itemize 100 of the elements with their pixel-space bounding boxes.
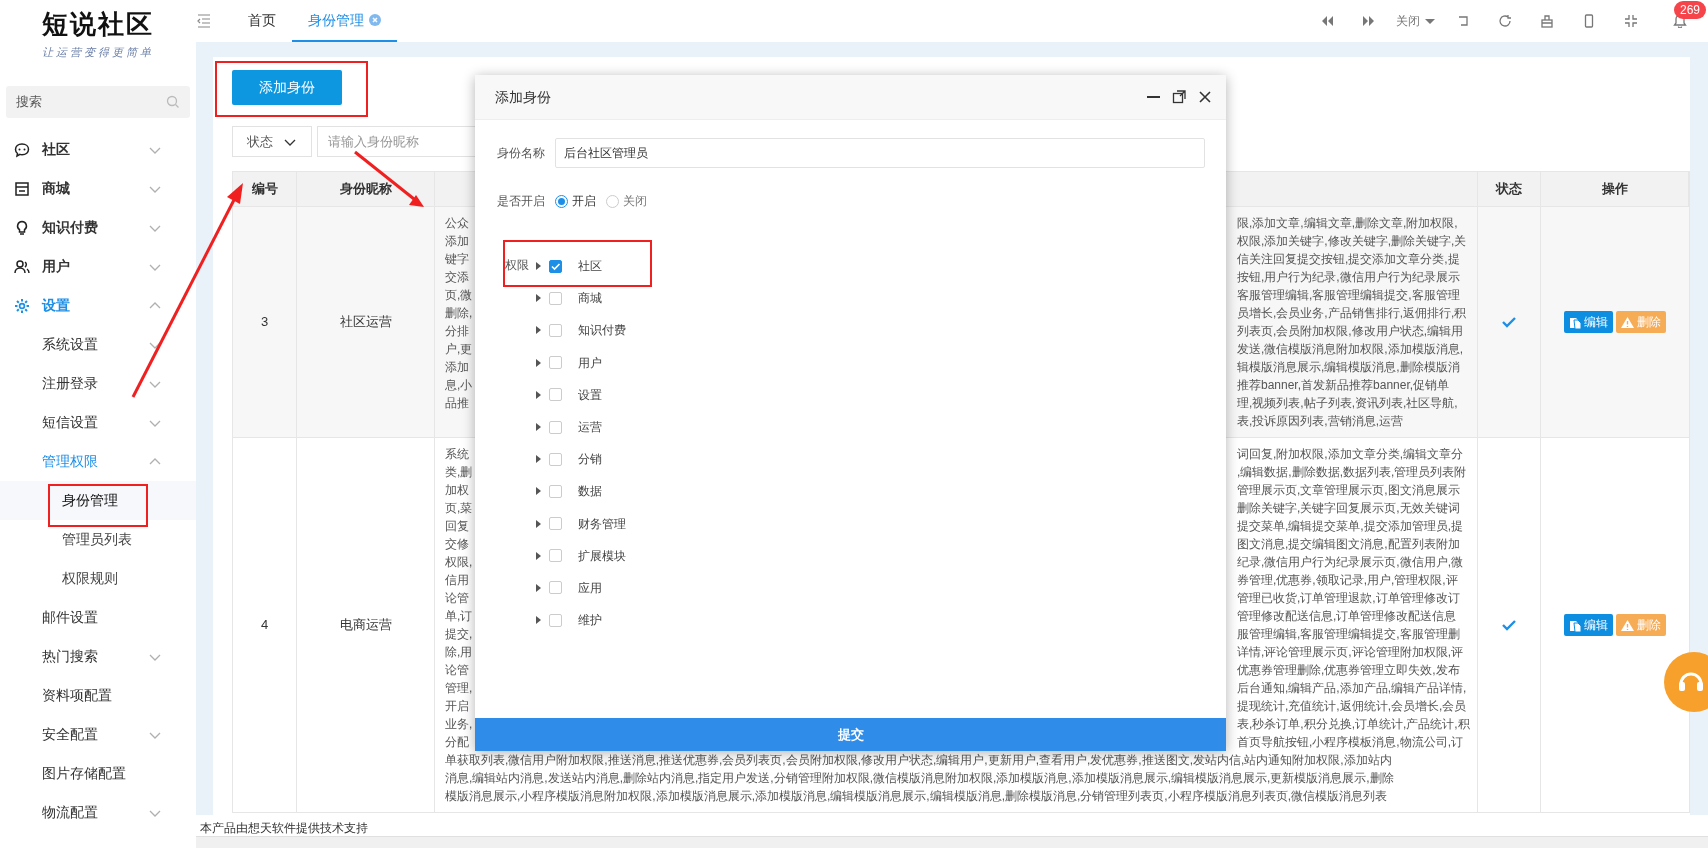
sidebar-item[interactable]: 用户 [0,247,196,286]
table-cell-text: 4 [260,616,269,635]
checkbox[interactable] [549,549,562,563]
table-cell-text: 推荐banner,首发新品推荐banner,促销单 [1237,377,1451,394]
sidebar-item[interactable]: 管理员列表 [0,520,196,559]
search-icon [166,95,180,109]
table-cell-text: 权限,添加关键字,修改关键字,删除关键字,关 [1237,233,1468,250]
table-cell-text: 页,微 [445,287,473,304]
table-cell-text: 管理展示页,文章管理展示页,图文消息展示 [1237,482,1461,499]
sidebar-item[interactable]: 邮件设置 [0,598,196,637]
sidebar-item[interactable]: 安全配置 [0,715,196,754]
column-header: 身份昵称 [339,180,392,199]
sidebar-item[interactable]: 物流配置 [0,793,196,832]
bulb-icon [14,219,30,236]
document-icon [1569,315,1581,329]
table-cell-text: ,编辑数据,删除数据,数据列表,管理员列表附 [1237,464,1468,481]
checkbox[interactable] [549,356,562,370]
tree-item[interactable]: 商城 [578,289,602,308]
check-icon [550,261,561,271]
sidebar-item[interactable]: 社区 [0,130,196,169]
table-cell-text: 品推 [445,395,470,412]
footer-text: 本产品由想天软件提供技术支持 [200,820,368,836]
field-label: 身份名称 [497,145,546,162]
checkbox[interactable] [549,420,562,434]
notification-badge: 269 [1674,1,1707,19]
table-cell-text: 管理, [445,680,473,697]
table-cell-text: 单获取列表,微信用户附加权限,推送消息,推送优惠券,会员列表页,会员附加权限,修改用户状态,编辑用户,更新用户,查看用户,发优惠券,推送图文,发站内信,站内通知附加权限,添加站内 [445,752,1393,769]
table-cell-text: 开启 [445,698,470,715]
table-cell-text: 户,更 [445,341,473,358]
tab[interactable]: 首页 [232,0,292,42]
checkbox[interactable] [549,581,562,595]
table-cell-text: 提交, [445,626,473,643]
radio-option[interactable]: 开启 [555,192,596,210]
tree-item[interactable]: 分销 [578,450,602,469]
search-field[interactable]: 搜索 [6,86,190,118]
checkbox[interactable] [549,452,562,466]
table-cell-text: 券管理,优惠券,领取记录,用户,管理权限,评 [1237,572,1459,589]
sidebar-item[interactable]: 商城 [0,169,196,208]
checkbox[interactable] [549,484,562,498]
table-cell-text: 消息,编辑站内消息,发送站内消息,删除站内消息,指定用户发送,分销管理附加权限,微信模版消息附加权限,添加模版消息,添加模版消息展示,编辑模版消息展示,更新模版消息展示,删除 [445,770,1395,787]
sidebar-item[interactable]: 身份管理 [0,481,196,520]
tree-item[interactable]: 应用 [578,578,602,597]
minimize-icon [1147,96,1160,98]
table-cell-text: 分配 [445,734,470,751]
edit-button[interactable]: 编辑 [1564,311,1613,333]
maximize-icon [1172,90,1186,104]
sidebar-item[interactable]: 短信设置 [0,403,196,442]
sidebar-item[interactable]: 图片存储配置 [0,754,196,793]
table-cell-text: 优惠券管理删除,优惠券管理立即失效,发布 [1237,662,1461,679]
logo-text: 短说社区 [42,8,154,40]
sidebar-item[interactable]: 资料项配置 [0,676,196,715]
sidebar-item[interactable]: 知识付费 [0,208,196,247]
table-cell-text: 客服管理编辑,客服管理编辑提交,客服管理 [1237,287,1461,304]
sidebar-item[interactable]: 注册登录 [0,364,196,403]
sidebar-item[interactable]: 热门搜索 [0,637,196,676]
table-cell-text: 添加 [445,233,470,250]
tree-item[interactable]: 维护 [578,611,602,630]
tree-item[interactable]: 设置 [578,385,602,404]
status-select[interactable]: 状态 [232,126,312,157]
checkbox[interactable] [549,388,562,402]
checkbox[interactable] [549,613,562,627]
table-cell-text: 理,视频列表,帖子列表,资讯列表,社区导航, [1237,395,1459,412]
phone-icon [1582,14,1596,28]
table-cell-text: 详情,评论管理展示页,评论管理附加权限,评 [1237,644,1464,661]
sidebar-item[interactable]: 系统设置 [0,325,196,364]
table-cell-text: 辑模版消息展示,编辑模版消息,删除模版消 [1237,359,1461,376]
checkbox[interactable] [549,517,562,531]
caret-icon [535,261,542,272]
table-cell-text: 息,小 [445,377,473,394]
table-cell-text: 论管 [445,590,470,607]
tree-item[interactable]: 用户 [578,353,602,372]
edit-button[interactable]: 编辑 [1564,614,1613,636]
radio-option[interactable]: 关闭 [606,192,647,210]
name-field[interactable]: 后台社区管理员 [555,138,1205,168]
checkbox[interactable] [549,291,562,305]
table-cell-text: 类,删 [445,464,473,481]
caret-icon [535,325,542,336]
table-cell-text: 添加 [445,359,470,376]
sidebar-item[interactable]: 权限规则 [0,559,196,598]
caret-icon [535,389,542,400]
table-cell-text: 业务, [445,716,473,733]
table-cell-text: 按钮,用户行为纪录,微信用户行为纪录展示 [1237,269,1461,286]
caret-icon [535,422,542,433]
users-icon [14,258,30,275]
close-icon [1198,90,1212,104]
sidebar-item[interactable]: 管理权限 [0,442,196,481]
dropdown-button[interactable]: 关闭 [1390,12,1442,30]
tree-item[interactable]: 财务管理 [578,514,626,533]
tree-item[interactable]: 数据 [578,482,602,501]
caret-icon [535,582,542,593]
table-cell-text: 服管理编辑,客服管理编辑提交,客服管理删 [1237,626,1461,643]
tree-item[interactable]: 知识付费 [578,321,626,340]
checkbox[interactable] [549,259,562,273]
caret-icon [535,550,542,561]
tree-item[interactable]: 扩展模块 [578,546,626,565]
tree-item[interactable]: 运营 [578,418,602,437]
tree-item[interactable]: 社区 [578,257,602,276]
store-icon [14,180,30,197]
checkbox[interactable] [549,323,562,337]
table-cell-text: 纪录,微信用户行为纪录展示页,微信用户,微 [1237,554,1464,571]
